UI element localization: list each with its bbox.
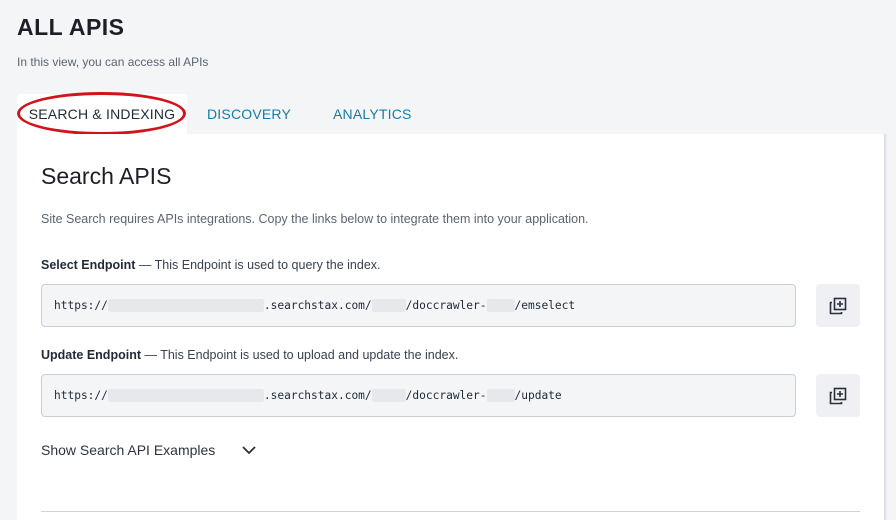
show-examples-label: Show Search API Examples — [41, 442, 216, 458]
update-endpoint-title: Update Endpoint — [41, 348, 141, 362]
tab-bar: SEARCH & INDEXING DISCOVERY ANALYTICS — [17, 94, 433, 134]
redacted-account — [371, 389, 406, 402]
url-suffix: /emselect — [514, 299, 576, 312]
update-endpoint-label: Update Endpoint — This Endpoint is used … — [41, 348, 458, 362]
section-title: Search APIS — [41, 163, 172, 189]
copy-icon — [829, 387, 847, 404]
update-endpoint-url-field[interactable]: https:// .searchstax.com/ /doccrawler- /upd… — [41, 374, 796, 417]
select-endpoint-url-field[interactable]: https:// .searchstax.com/ /doccrawler- /ems… — [41, 284, 796, 327]
section-description: Site Search requires APIs integrations. … — [41, 212, 589, 226]
copy-update-endpoint-button[interactable] — [816, 374, 860, 417]
search-apis-panel: Search APIS Site Search requires APIs in… — [17, 134, 884, 520]
redacted-id — [486, 299, 515, 312]
page-title: ALL APIS — [17, 14, 125, 40]
url-domain: .searchstax.com/ — [263, 389, 372, 402]
chevron-down-icon — [242, 446, 256, 455]
update-endpoint-description: — This Endpoint is used to upload and up… — [141, 348, 459, 362]
url-mid: /doccrawler- — [405, 389, 487, 402]
url-prefix: https:// — [54, 389, 108, 402]
show-examples-toggle[interactable]: Show Search API Examples — [41, 442, 257, 458]
select-endpoint-description: — This Endpoint is used to query the ind… — [135, 258, 381, 272]
url-suffix: /update — [514, 389, 562, 402]
select-endpoint-label: Select Endpoint — This Endpoint is used … — [41, 258, 381, 272]
divider — [41, 511, 860, 512]
redacted-host — [107, 299, 264, 312]
panel-edge — [884, 134, 887, 520]
select-endpoint-title: Select Endpoint — [41, 258, 136, 272]
tab-search-indexing[interactable]: SEARCH & INDEXING — [17, 94, 187, 134]
url-domain: .searchstax.com/ — [263, 299, 372, 312]
url-mid: /doccrawler- — [405, 299, 487, 312]
redacted-account — [371, 299, 406, 312]
url-prefix: https:// — [54, 299, 108, 312]
copy-icon — [829, 297, 847, 314]
tab-discovery[interactable]: DISCOVERY — [187, 94, 312, 134]
tab-analytics[interactable]: ANALYTICS — [312, 94, 433, 134]
page-subtitle: In this view, you can access all APIs — [17, 55, 209, 69]
redacted-id — [486, 389, 515, 402]
redacted-host — [107, 389, 264, 402]
copy-select-endpoint-button[interactable] — [816, 284, 860, 327]
